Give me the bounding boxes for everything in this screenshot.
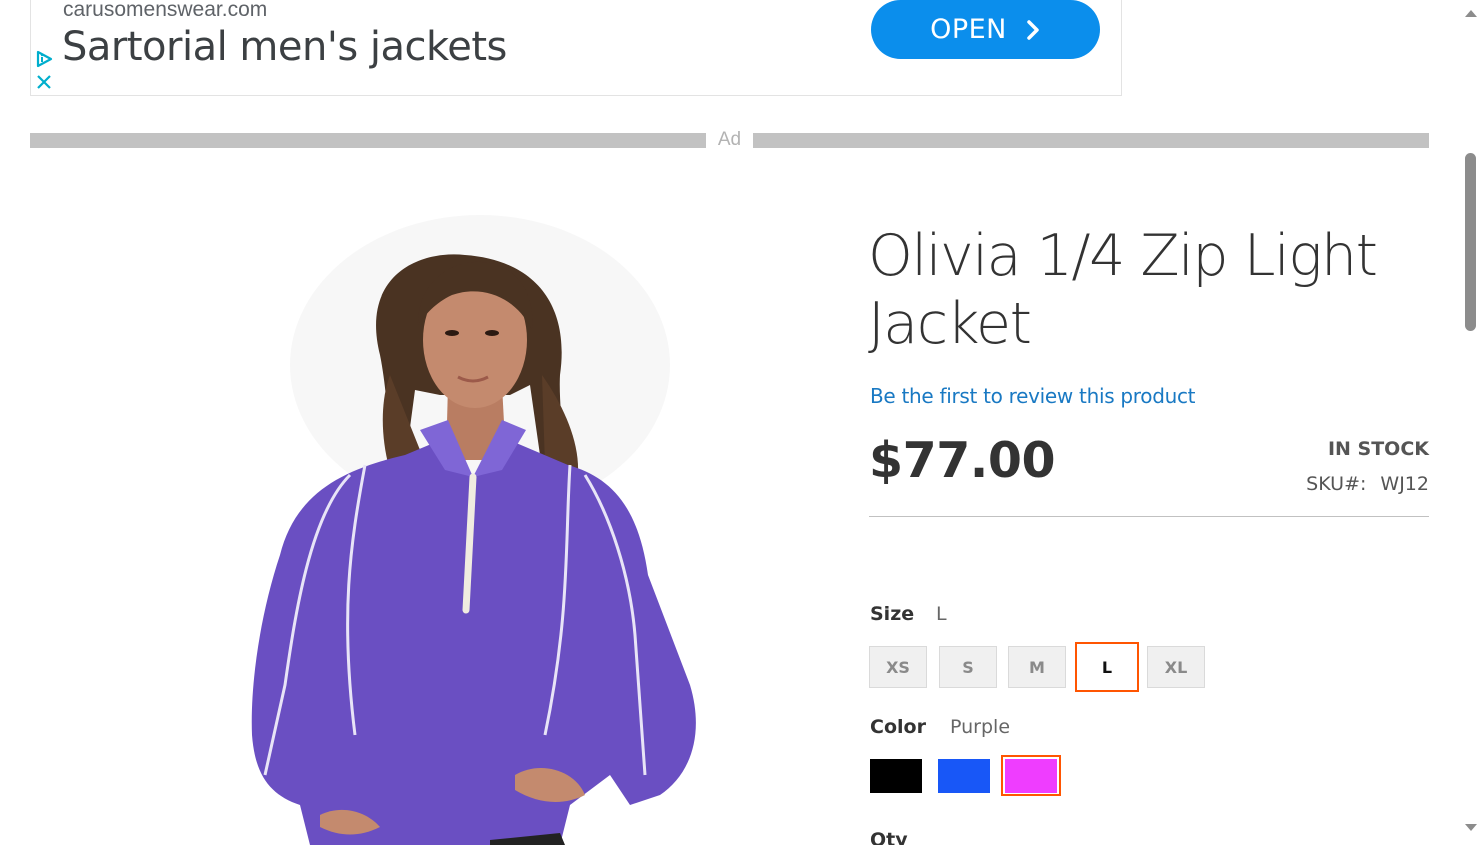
ad-banner[interactable]: carusomenswear.com Sartorial men's jacke… — [30, 0, 1122, 96]
product-price: $77.00 — [869, 432, 1056, 489]
ad-separator-label: Ad — [717, 129, 742, 150]
color-label: Color — [870, 716, 926, 738]
ad-close-icon[interactable] — [36, 74, 52, 90]
size-option-l[interactable]: L — [1075, 642, 1139, 692]
stock-status: IN STOCK — [1327, 438, 1429, 460]
product-title-line1: Olivia 1/4 Zip Light — [868, 223, 1378, 289]
sku-label: SKU#: — [1306, 473, 1367, 495]
scroll-down-arrow-icon[interactable] — [1464, 823, 1478, 833]
sku: SKU#: WJ12 — [1306, 473, 1429, 495]
color-swatch-purple — [1005, 758, 1057, 793]
chevron-right-icon — [1027, 19, 1039, 40]
ad-separator-bar-right — [753, 133, 1429, 148]
sku-value: WJ12 — [1380, 473, 1429, 495]
size-option-xl[interactable]: XL — [1147, 646, 1205, 688]
color-swatch-blue — [938, 758, 990, 793]
color-option-blue[interactable] — [934, 755, 994, 796]
adchoices-icon[interactable] — [35, 50, 55, 68]
info-divider — [869, 516, 1429, 517]
scrollbar-thumb[interactable] — [1465, 153, 1476, 331]
color-option-purple[interactable] — [1001, 755, 1061, 796]
page-scrollbar[interactable] — [1460, 0, 1482, 845]
color-swatch-black — [870, 758, 922, 793]
ad-open-label: OPEN — [930, 14, 1007, 45]
color-selected-value: Purple — [950, 716, 1011, 738]
ad-separator-bar-left — [30, 133, 706, 148]
scroll-up-arrow-icon[interactable] — [1464, 8, 1478, 18]
size-selected-value: L — [936, 603, 947, 625]
ad-open-button[interactable]: OPEN — [871, 0, 1100, 59]
size-option-xs[interactable]: XS — [869, 646, 927, 688]
product-image[interactable] — [190, 215, 750, 845]
size-option-s[interactable]: S — [939, 646, 997, 688]
qty-label: Qty — [870, 829, 908, 845]
size-label: Size — [870, 603, 915, 625]
size-option-m[interactable]: M — [1008, 646, 1066, 688]
ad-headline[interactable]: Sartorial men's jackets — [62, 24, 507, 70]
color-option-black[interactable] — [866, 755, 926, 796]
product-title-line2: Jacket — [868, 291, 1032, 357]
ad-domain: carusomenswear.com — [63, 0, 268, 21]
review-link[interactable]: Be the first to review this product — [870, 384, 1196, 408]
product-title: Olivia 1/4 Zip Light Jacket — [868, 222, 1428, 358]
